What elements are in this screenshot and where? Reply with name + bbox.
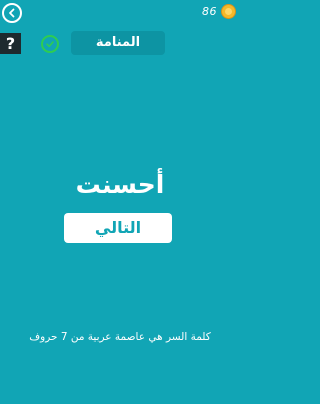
coins-counter: 86 [202,4,236,19]
check-circle-icon [41,35,59,53]
answer-box: المنامة [71,31,165,55]
success-message: أحسنت [75,170,165,199]
coins-value: 86 [202,5,217,18]
coin-icon [221,4,236,19]
hint-text: كلمة السر هي عاصمة عربية من 7 حروف [29,331,211,343]
help-button[interactable]: ? [0,33,21,54]
chevron-left-icon [9,8,15,18]
back-button[interactable] [2,3,22,23]
next-button[interactable]: التالي [64,213,172,243]
